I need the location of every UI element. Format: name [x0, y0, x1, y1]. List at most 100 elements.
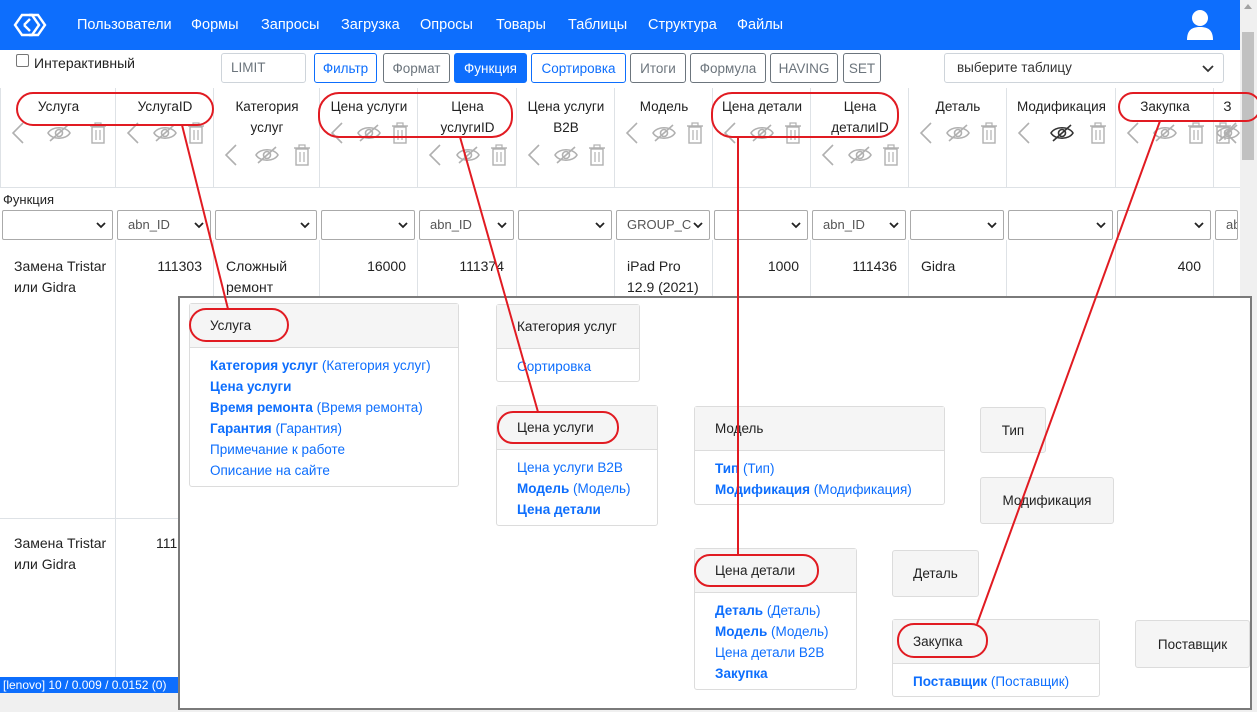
user-icon[interactable]: [1186, 9, 1214, 41]
usluga-link[interactable]: Гарантия (Гарантия): [210, 418, 438, 439]
delete-trash-icon[interactable]: [687, 122, 703, 144]
table-select[interactable]: выберите таблицу: [944, 53, 1224, 83]
function-button[interactable]: Функция: [454, 53, 527, 83]
move-left-icon[interactable]: [919, 122, 933, 144]
function-select[interactable]: [910, 210, 1004, 240]
column-header-label[interactable]: Услуга: [1, 96, 116, 117]
row1-price[interactable]: 16000: [320, 256, 406, 277]
move-left-icon[interactable]: [126, 122, 140, 144]
app-logo-icon[interactable]: [12, 12, 48, 38]
scroll-up-arrow-icon[interactable]: [1244, 4, 1252, 9]
zakupka-link[interactable]: Поставщик (Поставщик): [913, 671, 1079, 692]
having-button[interactable]: HAVING: [770, 53, 838, 83]
hide-eye-icon[interactable]: [1049, 123, 1074, 143]
hide-eye-icon[interactable]: [554, 145, 578, 165]
column-header-label[interactable]: Закупка: [1116, 96, 1214, 117]
card-model-title[interactable]: Модель: [695, 407, 944, 451]
usluga-link[interactable]: Цена услуги: [210, 376, 438, 397]
column-header-label[interactable]: З: [1214, 96, 1240, 117]
formula-button[interactable]: Формула: [690, 53, 766, 83]
hide-eye-icon[interactable]: [46, 123, 71, 143]
delete-trash-icon[interactable]: [392, 122, 408, 144]
nav-upload[interactable]: Загрузка: [341, 17, 400, 33]
move-left-icon[interactable]: [723, 122, 737, 144]
move-left-icon[interactable]: [11, 122, 25, 144]
nav-users[interactable]: Пользователи: [77, 17, 172, 33]
model-link[interactable]: Модификация (Модификация): [715, 479, 924, 500]
hide-eye-icon[interactable]: [455, 145, 480, 165]
tsena-uslugi-link[interactable]: Цена услуги B2B: [517, 457, 637, 478]
usluga-link[interactable]: Примечание к работе: [210, 439, 438, 460]
delete-trash-icon[interactable]: [981, 122, 997, 144]
card-tsena-detali-title[interactable]: Цена детали: [695, 549, 856, 593]
nav-structure[interactable]: Структура: [648, 17, 717, 33]
hide-eye-icon[interactable]: [848, 145, 872, 165]
hide-eye-icon[interactable]: [1153, 123, 1177, 143]
sort-button[interactable]: Сортировка: [531, 53, 626, 83]
move-left-icon[interactable]: [821, 144, 835, 166]
column-header-label[interactable]: Модификация: [1007, 96, 1116, 117]
row2-service-id[interactable]: 111: [156, 533, 178, 554]
column-header-label[interactable]: Категория услуг: [214, 96, 320, 138]
delete-trash-icon[interactable]: [294, 144, 310, 166]
delete-trash-icon[interactable]: [883, 144, 899, 166]
nav-surveys[interactable]: Опросы: [420, 17, 473, 33]
row1-service[interactable]: Замена Tristar или Gidra: [14, 256, 114, 298]
nav-forms[interactable]: Формы: [191, 17, 239, 33]
hide-eye-icon[interactable]: [255, 145, 279, 165]
model-link[interactable]: Тип (Тип): [715, 458, 924, 479]
hide-eye-icon[interactable]: [946, 123, 970, 143]
move-left-icon[interactable]: [330, 122, 344, 144]
move-left-icon[interactable]: [527, 144, 541, 166]
function-select[interactable]: abn_ID: [117, 210, 211, 240]
tsena-uslugi-link[interactable]: Модель (Модель): [517, 478, 637, 499]
row1-part[interactable]: Gidra: [921, 256, 1001, 277]
delete-trash-icon[interactable]: [90, 122, 106, 144]
row1-category[interactable]: Сложный ремонт: [226, 256, 316, 298]
hide-eye-icon[interactable]: [153, 123, 177, 143]
column-header-label[interactable]: Цена услуги: [320, 96, 418, 117]
row1-purchase[interactable]: 400: [1116, 256, 1201, 277]
move-left-icon[interactable]: [224, 144, 238, 166]
tsena-detali-link[interactable]: Закупка: [715, 663, 836, 684]
delete-trash-icon[interactable]: [785, 122, 801, 144]
scrollbar-thumb[interactable]: [1242, 32, 1254, 160]
function-select[interactable]: [1008, 210, 1113, 240]
tsena-uslugi-link[interactable]: Цена детали: [517, 499, 637, 520]
nav-files[interactable]: Файлы: [737, 17, 783, 33]
function-select[interactable]: abn_ID: [419, 210, 514, 240]
standalone-postavshik[interactable]: Поставщик: [1135, 620, 1250, 668]
row1-part-price-id[interactable]: 111436: [811, 256, 897, 277]
delete-trash-icon[interactable]: [589, 144, 605, 166]
nav-goods[interactable]: Товары: [496, 17, 546, 33]
hide-eye-icon[interactable]: [652, 123, 676, 143]
row1-price-id[interactable]: 111374: [418, 256, 504, 277]
delete-trash-icon[interactable]: [1188, 122, 1204, 144]
delete-trash-icon[interactable]: [491, 144, 507, 166]
function-select[interactable]: ab: [1215, 210, 1238, 240]
row1-model[interactable]: iPad Pro 12.9 (2021): [627, 256, 709, 298]
usluga-link[interactable]: Время ремонта (Время ремонта): [210, 397, 438, 418]
function-select[interactable]: [518, 210, 612, 240]
interactive-checkbox[interactable]: [16, 54, 29, 67]
standalone-detal[interactable]: Деталь: [892, 550, 979, 597]
tsena-detali-link[interactable]: Модель (Модель): [715, 621, 836, 642]
card-kategoria-title[interactable]: Категория услуг: [497, 305, 639, 349]
nav-tables[interactable]: Таблицы: [568, 17, 627, 33]
move-left-icon[interactable]: [428, 144, 442, 166]
column-header-label[interactable]: Цена детали: [713, 96, 811, 117]
nav-queries[interactable]: Запросы: [261, 17, 319, 33]
tsena-detali-link[interactable]: Деталь (Деталь): [715, 600, 836, 621]
tsena-detali-link[interactable]: Цена детали B2B: [715, 642, 836, 663]
column-header-label[interactable]: Модель: [615, 96, 713, 117]
delete-trash-icon[interactable]: [1215, 122, 1231, 144]
card-tsena-uslugi-title[interactable]: Цена услуги: [497, 406, 657, 450]
function-select[interactable]: [714, 210, 808, 240]
move-left-icon[interactable]: [1126, 122, 1140, 144]
card-zakupka-title[interactable]: Закупка: [893, 620, 1099, 664]
column-header-label[interactable]: Цена услуги B2B: [517, 96, 615, 138]
usluga-link[interactable]: Описание на сайте: [210, 460, 438, 481]
move-left-icon[interactable]: [1017, 122, 1031, 144]
row1-part-price[interactable]: 1000: [713, 256, 799, 277]
link-sortirovka[interactable]: Сортировка: [517, 356, 619, 377]
